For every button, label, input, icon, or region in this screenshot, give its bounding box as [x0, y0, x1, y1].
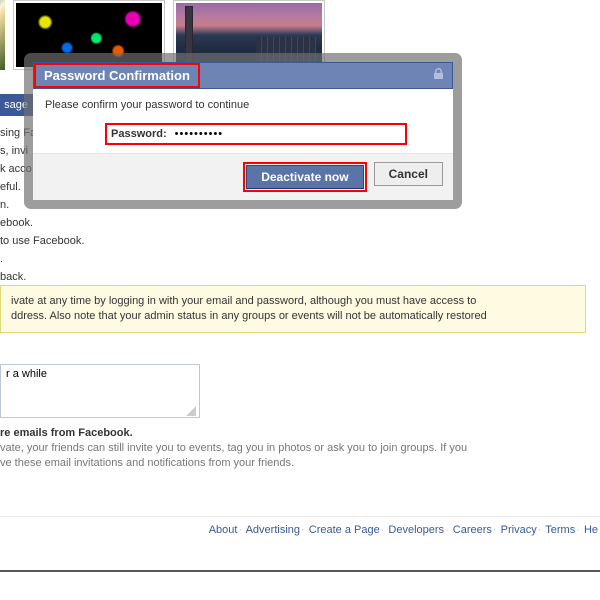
explain-textarea[interactable] — [0, 364, 200, 418]
dialog-titlebar: Password Confirmation — [33, 62, 453, 89]
footer-link-terms[interactable]: Terms — [545, 524, 575, 536]
lock-icon — [433, 68, 444, 80]
optout-heading: re emails from Facebook. — [0, 427, 133, 439]
deactivate-now-button[interactable]: Deactivate now — [246, 165, 363, 189]
notice-text: ivate at any time by logging in with you… — [11, 295, 476, 307]
footer-link-privacy[interactable]: Privacy — [501, 524, 537, 536]
footer-link-about[interactable]: About — [209, 524, 238, 536]
info-notice: ivate at any time by logging in with you… — [0, 285, 586, 333]
footer-link-careers[interactable]: Careers — [453, 524, 492, 536]
dialog-footer: Deactivate now Cancel — [33, 154, 453, 200]
optout-description: vate, your friends can still invite you … — [0, 441, 570, 471]
footer-link-developers[interactable]: Developers — [388, 524, 444, 536]
divider — [0, 570, 600, 572]
text-fragment: . — [0, 250, 210, 268]
dialog-title: Password Confirmation — [34, 63, 200, 88]
footer-link-advertising[interactable]: Advertising — [246, 524, 300, 536]
divider — [0, 516, 600, 517]
cancel-button[interactable]: Cancel — [374, 162, 443, 186]
footer-link-help[interactable]: He — [584, 524, 598, 536]
footer-link-create-page[interactable]: Create a Page — [309, 524, 380, 536]
notice-text: ddress. Also note that your admin status… — [11, 310, 487, 322]
dialog-prompt: Please confirm your password to continue — [45, 99, 441, 111]
resize-handle-icon[interactable] — [186, 406, 196, 416]
text-fragment: back. — [0, 268, 210, 286]
password-input[interactable] — [173, 127, 401, 141]
text-fragment: to use Facebook. — [0, 232, 210, 250]
text-fragment: ebook. — [0, 214, 210, 232]
password-label: Password: — [111, 128, 173, 140]
footer-links: About· Advertising· Create a Page· Devel… — [209, 524, 598, 536]
password-confirmation-dialog: Password Confirmation Please confirm you… — [24, 53, 462, 209]
password-field-wrap: Password: — [105, 123, 407, 145]
photo-thumbnail[interactable] — [0, 0, 5, 70]
